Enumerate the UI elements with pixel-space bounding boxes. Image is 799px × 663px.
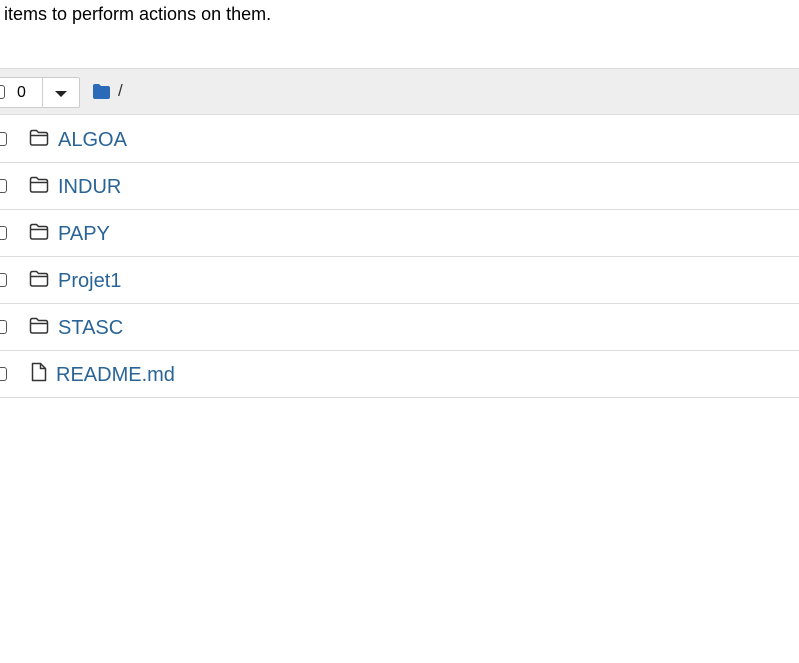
item-link-algoa[interactable]: ALGOA bbox=[58, 128, 127, 152]
select-all-checkbox[interactable] bbox=[0, 85, 5, 99]
list-item[interactable]: ALGOA bbox=[0, 116, 799, 163]
breadcrumb: / bbox=[92, 81, 123, 101]
folder-solid-icon[interactable] bbox=[92, 83, 111, 100]
row-checkbox[interactable] bbox=[0, 273, 7, 287]
list-item[interactable]: PAPY bbox=[0, 210, 799, 257]
instructions-text: ct items to perform actions on them. bbox=[0, 4, 272, 24]
select-all-group: 0 bbox=[0, 77, 80, 108]
folder-outline-icon bbox=[29, 128, 49, 148]
list-item[interactable]: Projet1 bbox=[0, 257, 799, 304]
row-checkbox[interactable] bbox=[0, 132, 7, 146]
folder-outline-icon bbox=[29, 175, 49, 195]
item-link-stasc[interactable]: STASC bbox=[58, 316, 123, 340]
item-link-papy[interactable]: PAPY bbox=[58, 222, 110, 246]
row-checkbox[interactable] bbox=[0, 226, 7, 240]
item-link-readme[interactable]: README.md bbox=[56, 363, 175, 387]
select-dropdown-button[interactable] bbox=[43, 78, 79, 107]
file-list-toolbar: 0 / bbox=[0, 68, 799, 115]
list-item[interactable]: STASC bbox=[0, 304, 799, 351]
file-list: ALGOA INDUR PAPY Projet1 STASC README.md bbox=[0, 116, 799, 398]
selected-count: 0 bbox=[17, 84, 26, 101]
row-checkbox[interactable] bbox=[0, 367, 7, 381]
folder-outline-icon bbox=[29, 222, 49, 242]
breadcrumb-separator: / bbox=[118, 81, 123, 100]
list-item[interactable]: README.md bbox=[0, 351, 799, 398]
folder-outline-icon bbox=[29, 316, 49, 336]
caret-down-icon bbox=[55, 90, 67, 97]
list-item[interactable]: INDUR bbox=[0, 163, 799, 210]
folder-outline-icon bbox=[29, 269, 49, 289]
file-outline-icon bbox=[29, 362, 49, 382]
item-link-projet1[interactable]: Projet1 bbox=[58, 269, 121, 293]
row-checkbox[interactable] bbox=[0, 320, 7, 334]
select-all-button[interactable]: 0 bbox=[0, 78, 43, 107]
item-link-indur[interactable]: INDUR bbox=[58, 175, 121, 199]
row-checkbox[interactable] bbox=[0, 179, 7, 193]
